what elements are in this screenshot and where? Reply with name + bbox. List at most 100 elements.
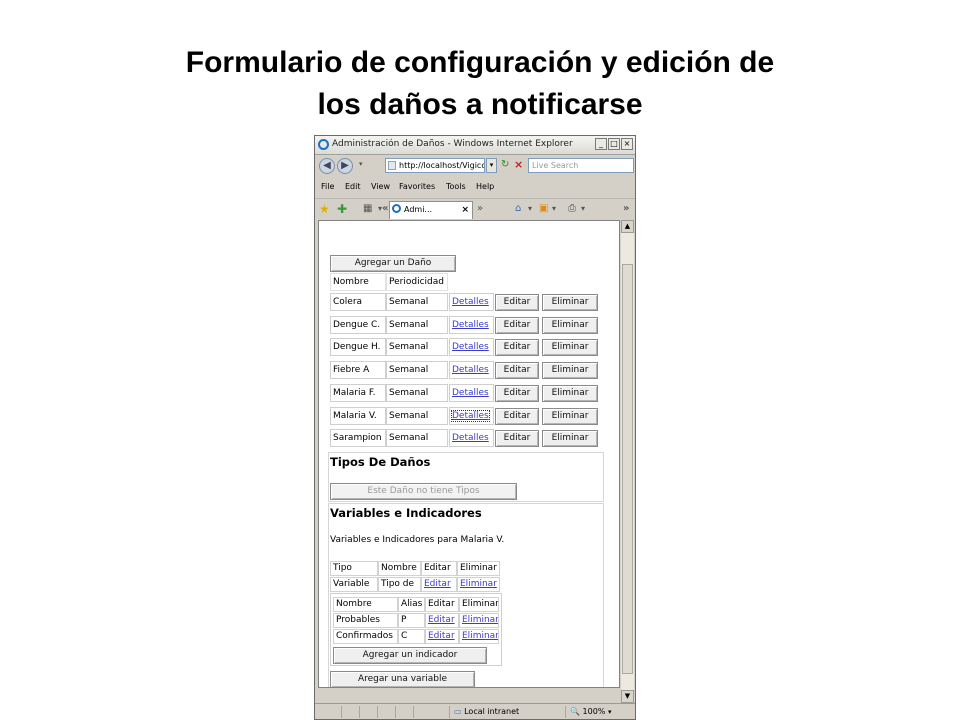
tipos-heading: Tipos De Daños <box>330 455 431 469</box>
menu-tools[interactable]: Tools <box>446 182 466 191</box>
var-editar-link[interactable]: Editar <box>424 579 451 589</box>
add-variable-button[interactable]: Aregar una variable <box>330 671 475 687</box>
zoom-dropdown-icon[interactable]: ▾ <box>608 708 612 716</box>
dano-eliminar-button[interactable]: Eliminar <box>542 339 598 357</box>
ind-eliminar-cell: Eliminar <box>459 613 499 628</box>
print-icon[interactable]: ⎙ <box>568 203 576 215</box>
tab-close-icon[interactable]: × <box>461 202 469 218</box>
minimize-button[interactable]: _ <box>595 138 607 150</box>
dano-detalles-link[interactable]: Detalles <box>452 433 489 443</box>
dano-detalles-link[interactable]: Detalles <box>452 365 489 375</box>
menu-file[interactable]: File <box>321 182 334 191</box>
feeds-dropdown-icon[interactable]: ▾ <box>552 203 556 215</box>
recent-pages-chevron-icon[interactable]: ▾ <box>359 160 363 168</box>
var-row-tipo: Variable <box>330 577 378 592</box>
dano-detalles-link[interactable]: Detalles <box>452 297 489 307</box>
dano-eliminar-button[interactable]: Eliminar <box>542 384 598 402</box>
dano-detalles-link[interactable]: Detalles <box>452 388 489 398</box>
ind-header-alias: Alias <box>398 597 425 612</box>
tabs-left-icon[interactable]: « <box>382 203 388 215</box>
menu-bar: File Edit View Favorites Tools Help <box>315 180 635 196</box>
dano-periodicidad-cell: Semanal <box>386 406 448 425</box>
ind-editar-cell: Editar <box>425 613 459 628</box>
browser-window: Administración de Daños - Windows Intern… <box>314 135 636 720</box>
address-field[interactable]: http://localhost/Vigico <box>385 158 485 173</box>
dano-detalles-link[interactable]: Detalles <box>451 409 490 422</box>
add-indicador-button[interactable]: Agregar un indicador <box>333 647 487 664</box>
tab-ie-icon <box>392 204 401 213</box>
tabs-right-icon[interactable]: » <box>477 203 483 215</box>
ind-editar-link[interactable]: Editar <box>428 615 455 625</box>
forward-arrow-icon[interactable]: ▶ <box>337 158 353 174</box>
var-row-editar-cell: Editar <box>421 577 457 592</box>
dano-detalles-cell: Detalles <box>449 338 494 357</box>
dano-editar-button[interactable]: Editar <box>495 294 539 311</box>
home-dropdown-icon[interactable]: ▾ <box>528 203 532 215</box>
dano-eliminar-button[interactable]: Eliminar <box>542 407 598 425</box>
dano-nombre-cell: Fiebre A <box>330 361 386 380</box>
home-icon[interactable]: ⌂ <box>515 203 521 215</box>
close-button[interactable]: × <box>621 138 633 150</box>
var-header-nombre: Nombre <box>378 561 421 576</box>
ind-editar-cell: Editar <box>425 629 459 644</box>
scroll-thumb[interactable] <box>622 264 633 674</box>
vertical-scrollbar[interactable]: ▲ ▼ <box>621 220 634 703</box>
stop-icon[interactable]: × <box>514 158 523 171</box>
tab-administracion[interactable]: Admi... × <box>389 201 473 219</box>
scroll-down-icon[interactable]: ▼ <box>621 690 634 703</box>
ind-editar-link[interactable]: Editar <box>428 631 455 641</box>
dano-editar-button[interactable]: Editar <box>495 339 539 357</box>
intranet-zone-icon: ▭ <box>454 707 462 716</box>
add-favorite-icon[interactable]: ✚ <box>337 203 347 215</box>
dano-editar-button[interactable]: Editar <box>495 407 539 425</box>
dano-nombre-cell: Malaria F. <box>330 383 386 402</box>
back-arrow-icon[interactable]: ◀ <box>319 158 335 174</box>
variables-caption: Variables e Indicadores para Malaria V. <box>330 535 505 545</box>
ind-nombre-cell: Confirmados <box>333 629 398 644</box>
zoom-cell[interactable]: 🔍 100% ▾ <box>565 706 635 718</box>
feeds-icon[interactable]: ▣ <box>539 203 548 215</box>
more-commands-icon[interactable]: » <box>623 203 629 215</box>
ind-eliminar-link[interactable]: Eliminar <box>462 631 498 641</box>
print-dropdown-icon[interactable]: ▾ <box>581 203 585 215</box>
dano-periodicidad-cell: Semanal <box>386 429 448 448</box>
add-dano-button[interactable]: Agregar un Daño <box>330 255 456 272</box>
dano-detalles-link[interactable]: Detalles <box>452 320 489 330</box>
dano-eliminar-button[interactable]: Eliminar <box>542 316 598 334</box>
page-icon <box>388 161 396 170</box>
dano-editar-button[interactable]: Editar <box>495 384 539 402</box>
ind-alias-cell: P <box>398 613 425 628</box>
ind-eliminar-link[interactable]: Eliminar <box>462 615 498 625</box>
dano-eliminar-button[interactable]: Eliminar <box>542 362 598 380</box>
dano-editar-button[interactable]: Editar <box>495 316 539 334</box>
menu-favorites[interactable]: Favorites <box>399 182 435 191</box>
menu-view[interactable]: View <box>371 182 390 191</box>
tipos-disabled-button: Este Daño no tiene Tipos <box>330 483 517 500</box>
page-content: Agregar un Daño Nombre Periodicidad Cole… <box>318 220 620 688</box>
dano-periodicidad-cell: Semanal <box>386 293 448 311</box>
scroll-up-icon[interactable]: ▲ <box>621 220 634 233</box>
maximize-button[interactable]: □ <box>608 138 620 150</box>
slide-title-line1: Formulario de configuración y edición de <box>185 46 775 79</box>
dano-eliminar-button[interactable]: Eliminar <box>542 294 598 311</box>
dano-editar-button[interactable]: Editar <box>495 430 539 448</box>
refresh-icon[interactable]: ↻ <box>501 159 509 170</box>
status-cell-5 <box>413 706 428 718</box>
address-dropdown-icon[interactable]: ▾ <box>486 158 497 173</box>
var-eliminar-link[interactable]: Eliminar <box>460 579 497 589</box>
search-input[interactable]: Live Search <box>528 158 634 173</box>
ind-header-eliminar: Eliminar <box>459 597 499 612</box>
zone-label: Local intranet <box>464 707 520 716</box>
dano-eliminar-button[interactable]: Eliminar <box>542 430 598 448</box>
window-title: Administración de Daños - Windows Intern… <box>332 139 573 149</box>
menu-help[interactable]: Help <box>476 182 494 191</box>
zoom-level: 100% <box>582 707 606 716</box>
menu-edit[interactable]: Edit <box>345 182 361 191</box>
dano-detalles-link[interactable]: Detalles <box>452 342 489 352</box>
favorites-star-icon[interactable]: ★ <box>319 203 330 215</box>
quick-tabs-icon[interactable]: ▦ <box>363 203 372 215</box>
dano-editar-button[interactable]: Editar <box>495 362 539 380</box>
dano-periodicidad-cell: Semanal <box>386 338 448 357</box>
dano-detalles-cell: Detalles <box>449 361 494 380</box>
dano-nombre-cell: Dengue C. <box>330 315 386 334</box>
